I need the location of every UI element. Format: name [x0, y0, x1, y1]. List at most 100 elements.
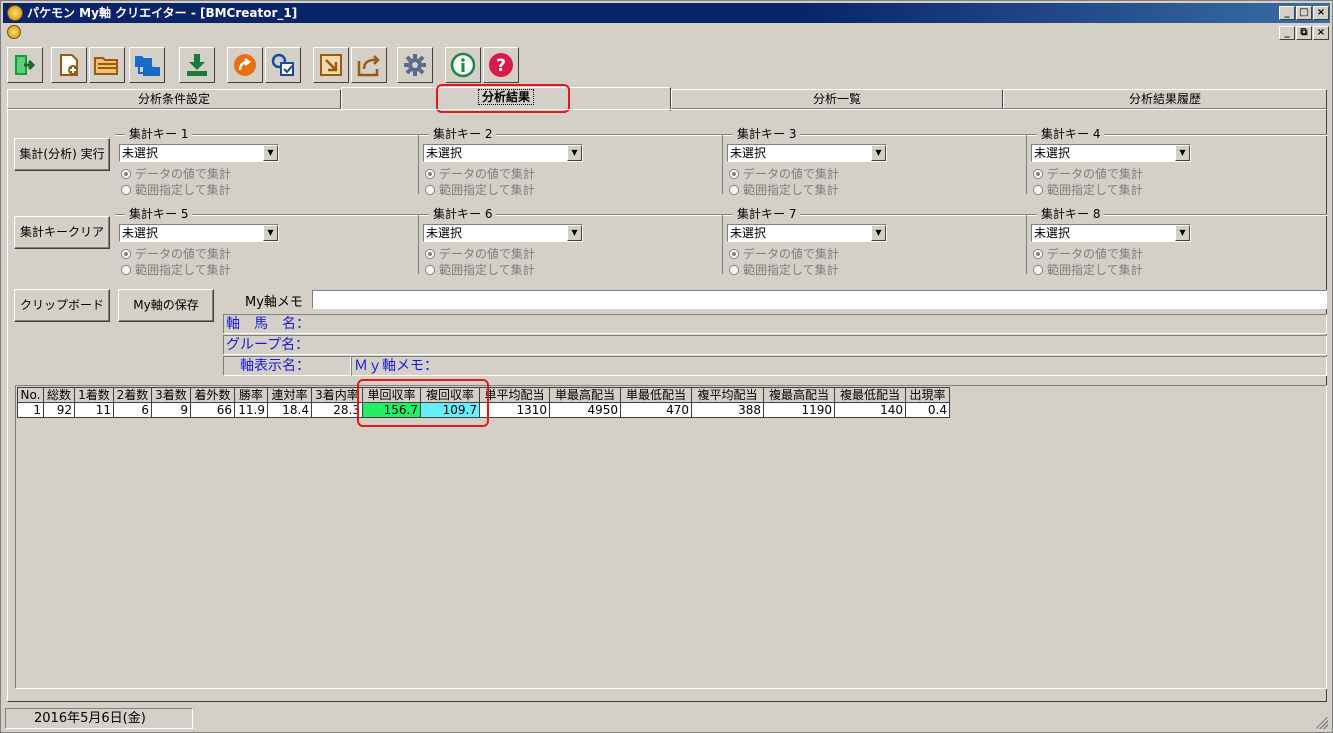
col-header[interactable]: 複平均配当: [691, 387, 764, 403]
col-header[interactable]: 着外数: [190, 387, 235, 403]
radio-by-value[interactable]: データの値で集計: [121, 247, 231, 261]
dropdown-arrow-icon[interactable]: ▼: [567, 145, 582, 161]
col-header[interactable]: 2着数: [113, 387, 152, 403]
dropdown-arrow-icon[interactable]: ▼: [1175, 145, 1190, 161]
download-button[interactable]: [179, 47, 215, 83]
cell[interactable]: 18.4: [267, 402, 312, 418]
col-header[interactable]: 3着数: [151, 387, 191, 403]
move-folder-icon: [135, 56, 160, 76]
key-group-6: 集計キー 6 未選択 ▼ データの値で集計 範囲指定して集計: [419, 206, 723, 277]
import-button[interactable]: [313, 47, 349, 83]
radio-by-value[interactable]: データの値で集計: [1033, 167, 1143, 181]
col-header[interactable]: 複最低配当: [834, 387, 906, 403]
move-folder-button[interactable]: [129, 47, 165, 83]
col-header[interactable]: 総数: [43, 387, 75, 403]
cell[interactable]: 140: [834, 402, 906, 418]
key-select-4[interactable]: 未選択 ▼: [1031, 144, 1191, 162]
cell[interactable]: 388: [691, 402, 764, 418]
radio-by-range[interactable]: 範囲指定して集計: [1033, 263, 1143, 277]
run-analysis-button[interactable]: 集計(分析) 実行: [14, 138, 110, 171]
cell[interactable]: 1: [17, 402, 44, 418]
settings-button[interactable]: [397, 47, 433, 83]
minimize-button[interactable]: _: [1279, 6, 1295, 20]
radio-by-range[interactable]: 範囲指定して集計: [1033, 183, 1143, 197]
cell[interactable]: 92: [43, 402, 75, 418]
dropdown-arrow-icon[interactable]: ▼: [871, 225, 886, 241]
cell[interactable]: 470: [620, 402, 692, 418]
dropdown-arrow-icon[interactable]: ▼: [263, 145, 278, 161]
open-folder-button[interactable]: [89, 47, 125, 83]
col-header[interactable]: 複最高配当: [763, 387, 835, 403]
col-header[interactable]: No.: [17, 387, 44, 403]
radio-by-value[interactable]: データの値で集計: [729, 167, 839, 181]
results-grid[interactable]: No. 総数 1着数 2着数 3着数 着外数 勝率 連対率 3着内率 単回収率 …: [15, 385, 1327, 689]
highlight-return-box: [357, 379, 489, 427]
col-header[interactable]: 単最低配当: [620, 387, 692, 403]
key-select-8[interactable]: 未選択 ▼: [1031, 224, 1191, 242]
key-select-5[interactable]: 未選択 ▼: [119, 224, 279, 242]
dropdown-arrow-icon[interactable]: ▼: [263, 225, 278, 241]
dropdown-arrow-icon[interactable]: ▼: [1175, 225, 1190, 241]
go-button[interactable]: [227, 47, 263, 83]
radio-by-value[interactable]: データの値で集計: [425, 167, 535, 181]
radio-by-range[interactable]: 範囲指定して集計: [729, 183, 839, 197]
close-button[interactable]: ×: [1313, 6, 1329, 20]
resize-grip-icon[interactable]: [1316, 717, 1328, 729]
help-button[interactable]: ?: [483, 47, 519, 83]
radio-by-range[interactable]: 範囲指定して集計: [425, 263, 535, 277]
child-minimize-button[interactable]: _: [1279, 26, 1295, 40]
radio-by-value[interactable]: データの値で集計: [729, 247, 839, 261]
col-header[interactable]: 1着数: [74, 387, 114, 403]
tab-analysis-list[interactable]: 分析一覧: [671, 89, 1003, 109]
cell[interactable]: 0.4: [905, 402, 950, 418]
memo-input[interactable]: [312, 290, 1327, 309]
new-file-button[interactable]: [51, 47, 87, 83]
tab-label: 分析一覧: [812, 92, 861, 106]
radio-by-range[interactable]: 範囲指定して集計: [121, 183, 231, 197]
child-window-icon[interactable]: [7, 25, 21, 39]
child-close-button[interactable]: ×: [1313, 26, 1329, 40]
col-header[interactable]: 単最高配当: [549, 387, 621, 403]
col-header[interactable]: 単平均配当: [479, 387, 550, 403]
tab-analysis-history[interactable]: 分析結果履歴: [1003, 89, 1327, 109]
key-select-7[interactable]: 未選択 ▼: [727, 224, 887, 242]
cell[interactable]: 66: [190, 402, 235, 418]
col-header[interactable]: 勝率: [234, 387, 268, 403]
search-select-button[interactable]: [265, 47, 301, 83]
dropdown-arrow-icon[interactable]: ▼: [871, 145, 886, 161]
clear-keys-button[interactable]: 集計キークリア: [14, 216, 110, 249]
radio-by-range[interactable]: 範囲指定して集計: [425, 183, 535, 197]
child-restore-button[interactable]: ⧉: [1296, 26, 1312, 40]
cell[interactable]: 11: [74, 402, 114, 418]
info-button[interactable]: [445, 47, 481, 83]
key-select-2[interactable]: 未選択 ▼: [423, 144, 583, 162]
save-my-axis-button[interactable]: My軸の保存: [118, 289, 214, 322]
maximize-button[interactable]: □: [1296, 6, 1312, 20]
radio-by-range[interactable]: 範囲指定して集計: [121, 263, 231, 277]
export-button[interactable]: [351, 47, 387, 83]
col-header[interactable]: 出現率: [905, 387, 950, 403]
radio-by-value[interactable]: データの値で集計: [1033, 247, 1143, 261]
key-group-5: 集計キー 5 未選択 ▼ データの値で集計 範囲指定して集計: [115, 206, 419, 277]
clipboard-button[interactable]: クリップボード: [14, 289, 110, 322]
cell[interactable]: 1190: [763, 402, 835, 418]
radio-by-value[interactable]: データの値で集計: [121, 167, 231, 181]
exit-button[interactable]: [7, 47, 43, 83]
key-select-3[interactable]: 未選択 ▼: [727, 144, 887, 162]
col-header[interactable]: 3着内率: [311, 387, 363, 403]
tab-label: 分析条件設定: [137, 92, 210, 106]
radio-label: 範囲指定して集計: [135, 183, 231, 197]
cell[interactable]: 6: [113, 402, 152, 418]
key-select-1[interactable]: 未選択 ▼: [119, 144, 279, 162]
radio-by-value[interactable]: データの値で集計: [425, 247, 535, 261]
tab-analysis-conditions[interactable]: 分析条件設定: [7, 89, 341, 109]
cell[interactable]: 11.9: [234, 402, 268, 418]
col-header[interactable]: 連対率: [267, 387, 312, 403]
key-select-6[interactable]: 未選択 ▼: [423, 224, 583, 242]
cell[interactable]: 28.3: [311, 402, 363, 418]
radio-by-range[interactable]: 範囲指定して集計: [729, 263, 839, 277]
cell[interactable]: 4950: [549, 402, 621, 418]
dropdown-arrow-icon[interactable]: ▼: [567, 225, 582, 241]
cell[interactable]: 1310: [479, 402, 550, 418]
cell[interactable]: 9: [151, 402, 191, 418]
